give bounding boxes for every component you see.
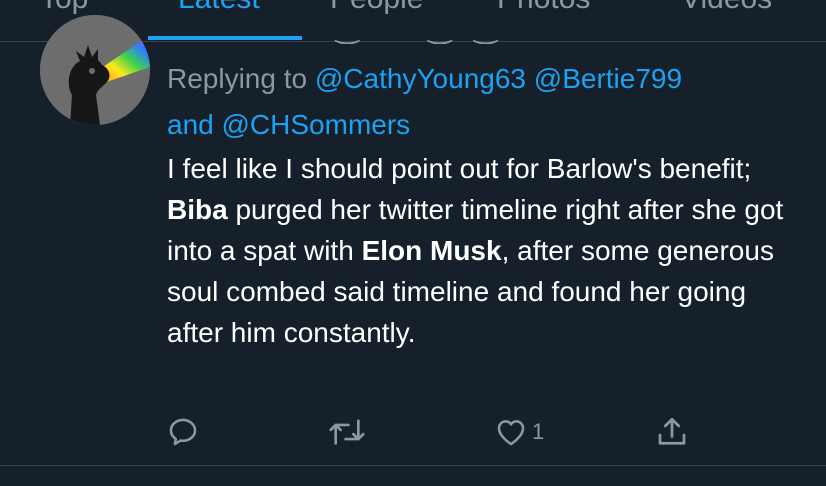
tweet-text-bold-1: Biba	[167, 194, 228, 225]
speech-bubble-icon	[169, 418, 197, 446]
tweet-text-part-1: I feel like I should point out for Barlo…	[167, 153, 752, 184]
replying-to-line: Replying to @CathyYoung63 @Bertie799 and…	[167, 56, 807, 148]
tweet-body: I feel like I should point out for Barlo…	[167, 148, 807, 353]
avatar-image	[40, 15, 150, 125]
tab-latest[interactable]: Latest	[178, 0, 260, 16]
tweet-divider	[0, 465, 826, 466]
tab-people[interactable]: People	[330, 0, 423, 16]
tab-photos[interactable]: Photos	[497, 0, 590, 16]
replying-to-and: and	[167, 109, 214, 140]
mention-chsommers[interactable]: @CHSommers	[222, 109, 411, 140]
mention-bertie799[interactable]: @Bertie799	[534, 63, 682, 94]
like-button[interactable]: 1	[494, 410, 544, 454]
reply-button[interactable]	[166, 410, 200, 454]
heart-icon	[497, 420, 525, 446]
avatar[interactable]	[40, 15, 150, 125]
replying-to-prefix: Replying to	[167, 63, 308, 94]
like-count: 1	[532, 419, 545, 444]
tweet-actions: 1	[0, 410, 826, 454]
mention-cathyyoung63[interactable]: @CathyYoung63	[315, 63, 526, 94]
tweet-text-bold-2: Elon Musk	[361, 235, 502, 266]
retweet-icon	[329, 419, 365, 445]
retweet-button[interactable]	[327, 410, 367, 454]
tab-top[interactable]: Top	[40, 0, 88, 16]
tab-videos[interactable]: Videos	[681, 0, 772, 16]
share-icon	[658, 417, 686, 445]
truncated-previous-text: — ‿ ‿ ‿	[168, 34, 598, 44]
share-button[interactable]	[654, 410, 690, 454]
